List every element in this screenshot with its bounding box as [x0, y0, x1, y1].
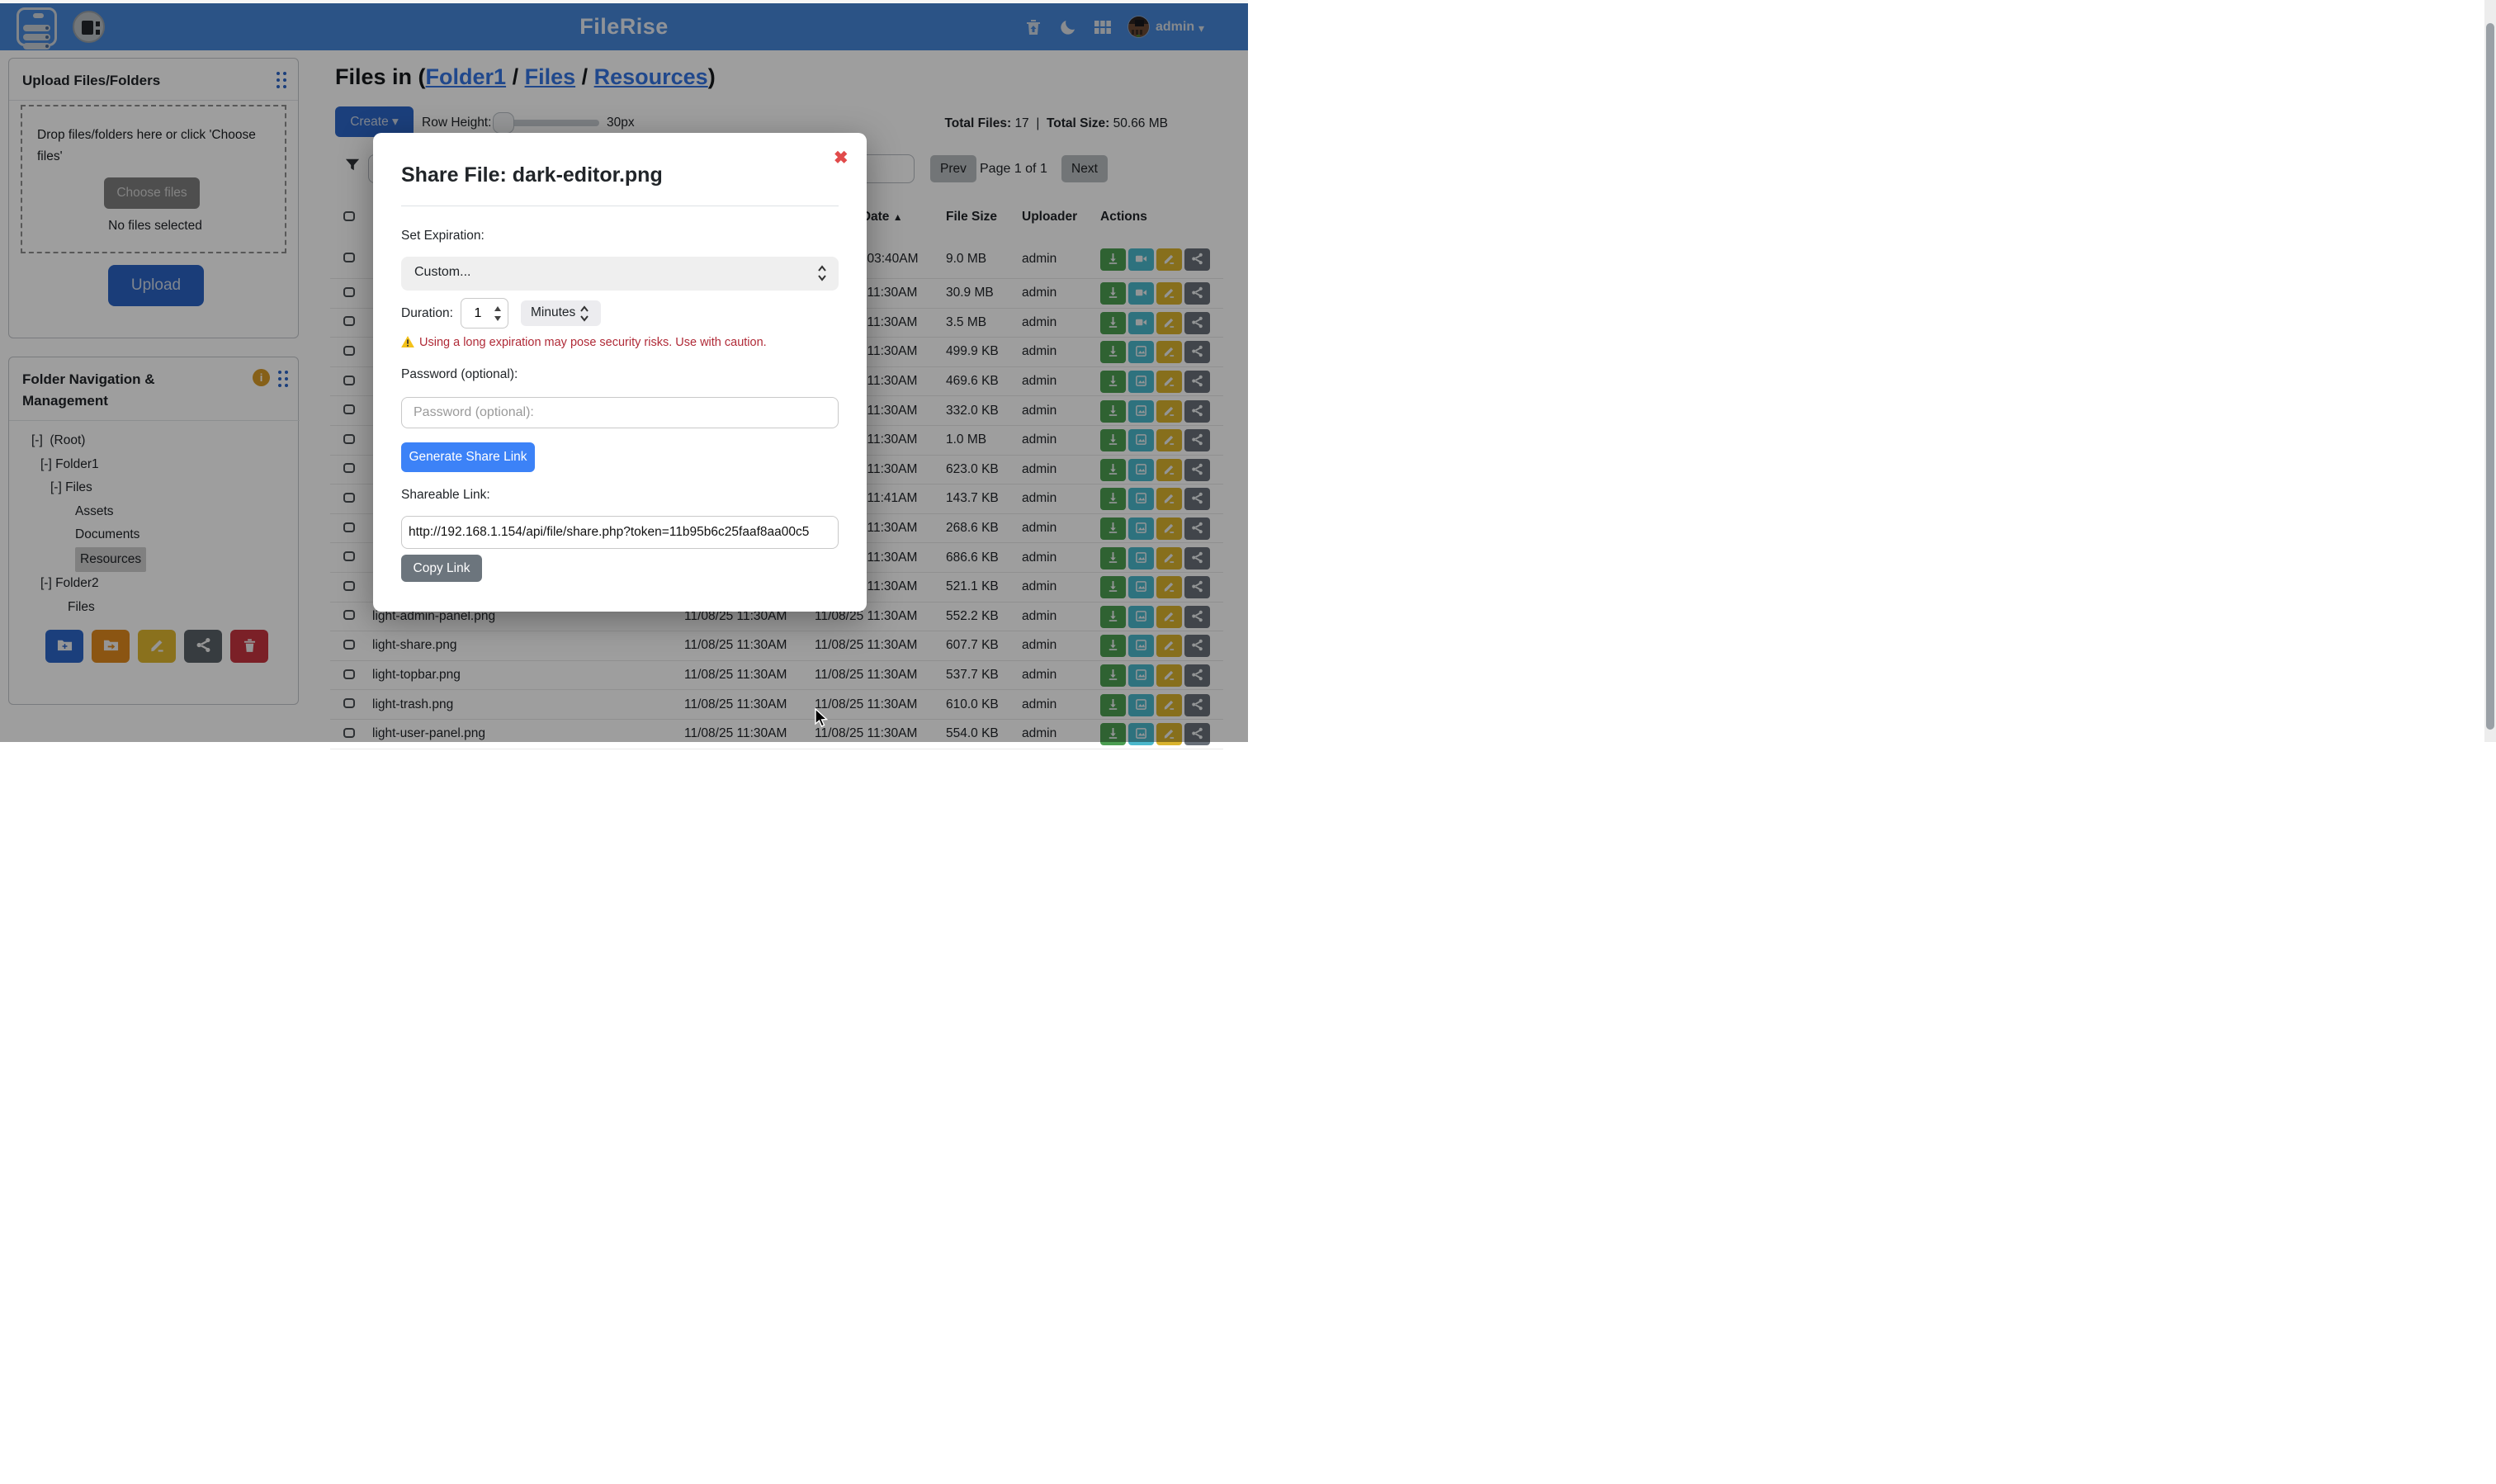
scrollbar-thumb[interactable]: [2486, 23, 2494, 730]
password-input[interactable]: [401, 397, 839, 428]
generate-share-link-button[interactable]: Generate Share Link: [401, 442, 535, 472]
expiration-warning: Using a long expiration may pose securit…: [401, 336, 767, 349]
expiration-select[interactable]: Custom...: [401, 257, 839, 291]
stepper-arrows-icon[interactable]: [494, 305, 502, 323]
copy-link-button[interactable]: Copy Link: [401, 555, 482, 582]
top-strip: [0, 0, 1248, 3]
scrollbar-track[interactable]: [2484, 0, 2496, 742]
shareable-link-label: Shareable Link:: [401, 488, 490, 503]
close-icon[interactable]: ✖: [834, 148, 849, 168]
duration-label: Duration:: [401, 306, 453, 321]
select-chevrons-icon: [579, 305, 589, 323]
select-chevrons-icon: [817, 264, 827, 282]
share-file-modal: ✖ Share File: dark-editor.png Set Expira…: [373, 133, 867, 612]
duration-unit-select[interactable]: Minutes: [521, 300, 601, 326]
mouse-cursor: [814, 708, 832, 728]
modal-title: Share File: dark-editor.png: [401, 163, 663, 187]
warning-icon: [401, 336, 414, 347]
set-expiration-label: Set Expiration:: [401, 229, 485, 243]
password-label: Password (optional):: [401, 367, 518, 382]
shareable-link-input[interactable]: [401, 516, 839, 549]
